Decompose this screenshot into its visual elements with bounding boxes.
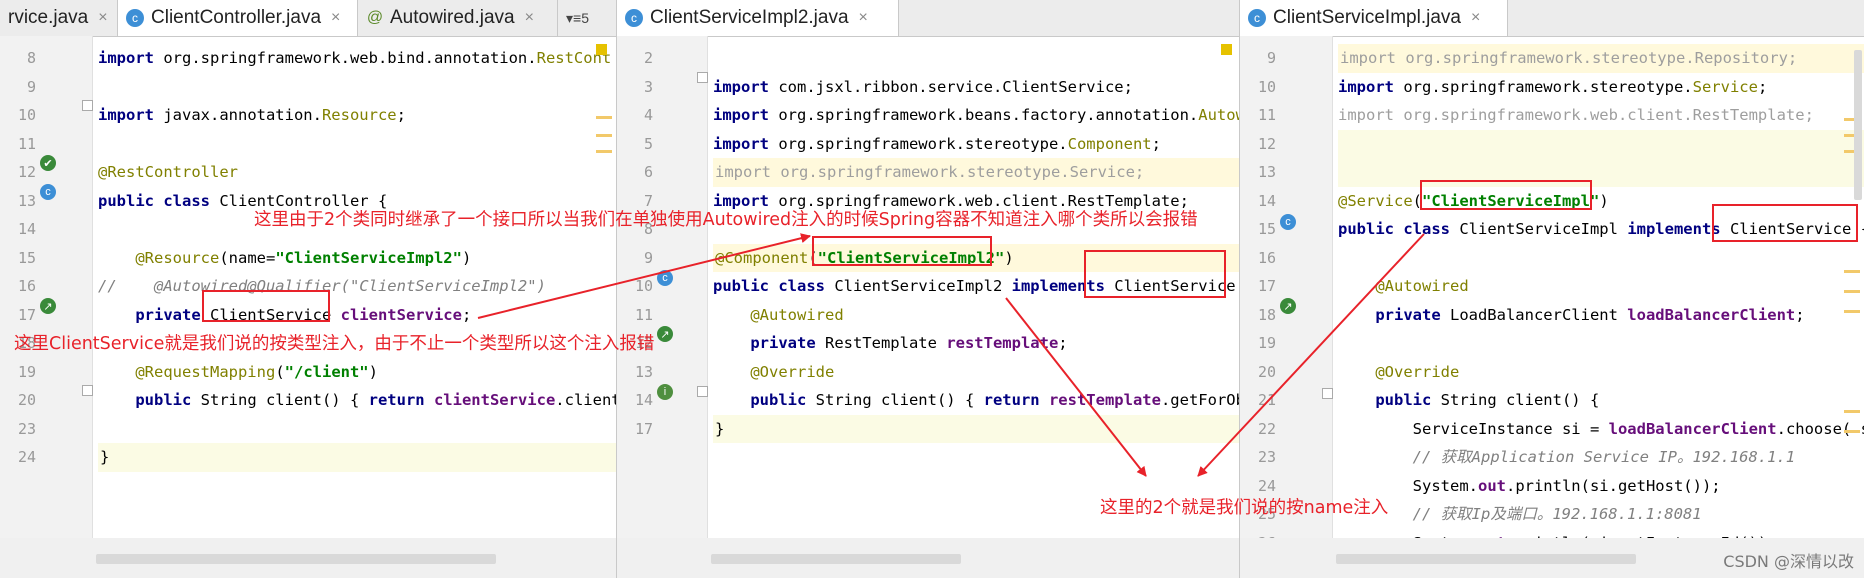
arrow-type-to-impl bbox=[477, 233, 811, 319]
watermark: CSDN @深情以改 bbox=[1723, 552, 1854, 571]
arrow-impl-to-note bbox=[1197, 233, 1425, 477]
annotation-arrows bbox=[477, 233, 1425, 477]
arrow-impl2-to-note bbox=[1005, 297, 1147, 477]
